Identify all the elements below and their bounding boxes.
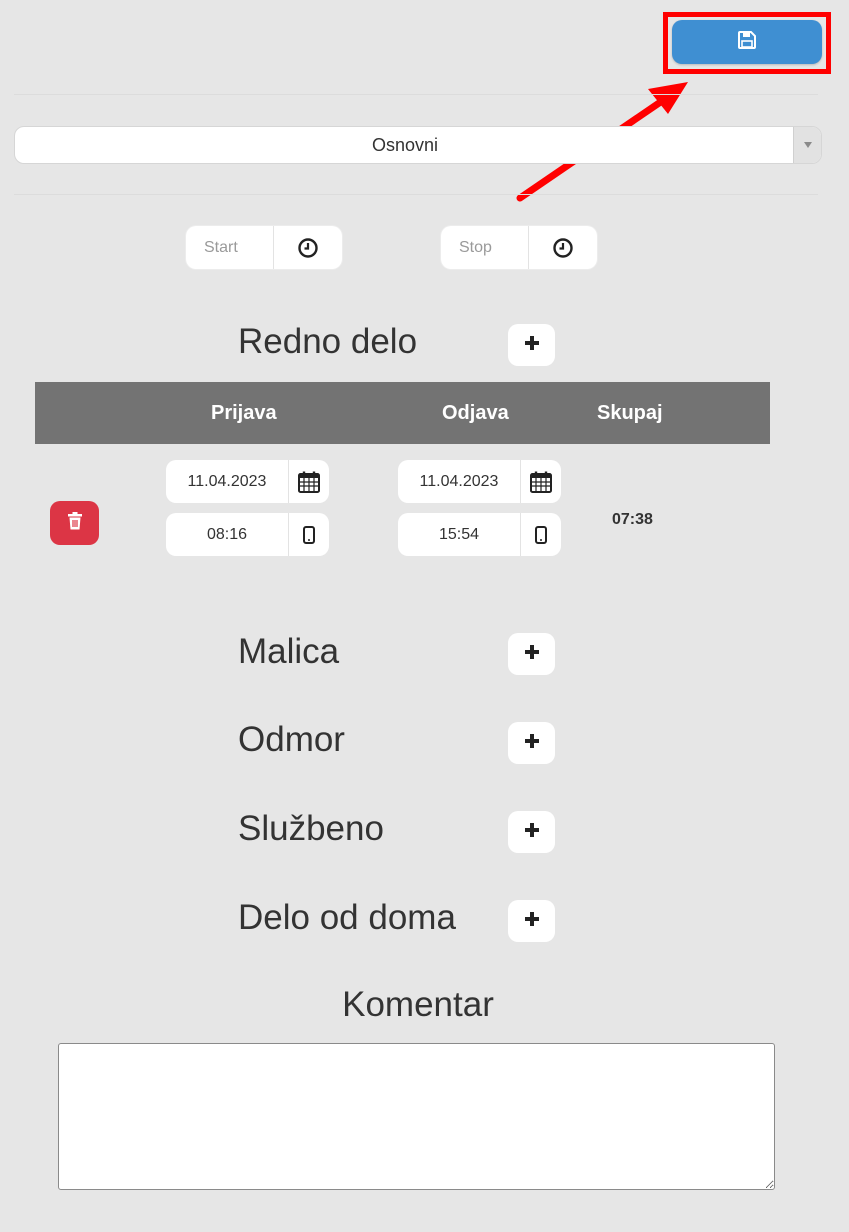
- select-value: Osnovni: [371, 135, 439, 155]
- column-header-skupaj: Skupaj: [597, 402, 663, 424]
- clock-icon[interactable]: [529, 226, 597, 269]
- prijava-date-field: 11.04.2023: [166, 460, 329, 503]
- add-redno-delo-button[interactable]: [508, 324, 555, 366]
- odjava-time-field: 15:54: [398, 513, 561, 556]
- caret-down-icon[interactable]: [793, 127, 821, 163]
- calendar-icon[interactable]: [521, 460, 561, 503]
- divider: [14, 194, 818, 195]
- divider: [14, 94, 818, 95]
- start-input[interactable]: Start: [186, 226, 274, 269]
- section-title-odmor: Odmor: [238, 720, 345, 759]
- start-time-group: Start: [186, 226, 342, 269]
- add-delo-od-doma-button[interactable]: [508, 900, 555, 942]
- comment-title: Komentar: [342, 985, 494, 1024]
- plus-icon: [523, 334, 541, 357]
- trash-icon: [67, 511, 83, 535]
- plus-icon: [523, 643, 541, 666]
- prijava-date-input[interactable]: 11.04.2023: [166, 460, 289, 503]
- add-odmor-button[interactable]: [508, 722, 555, 764]
- add-malica-button[interactable]: [508, 633, 555, 675]
- type-select[interactable]: Osnovni: [14, 126, 822, 164]
- skupaj-value: 07:38: [612, 511, 653, 528]
- column-header-prijava: Prijava: [211, 402, 277, 424]
- add-sluzbeno-button[interactable]: [508, 811, 555, 853]
- plus-icon: [523, 732, 541, 755]
- delete-row-button[interactable]: [50, 501, 99, 545]
- calendar-icon[interactable]: [289, 460, 329, 503]
- section-title-sluzbeno: Službeno: [238, 809, 384, 848]
- section-title-malica: Malica: [238, 632, 340, 671]
- stop-time-group: Stop: [441, 226, 597, 269]
- column-header-odjava: Odjava: [442, 402, 509, 424]
- odjava-date-input[interactable]: 11.04.2023: [398, 460, 521, 503]
- plus-icon: [523, 821, 541, 844]
- stop-input[interactable]: Stop: [441, 226, 529, 269]
- section-title-redno-delo: Redno delo: [238, 322, 418, 361]
- mobile-phone-icon: [289, 513, 329, 556]
- mobile-phone-icon: [521, 513, 561, 556]
- table-header: Prijava Odjava Skupaj: [35, 382, 770, 444]
- odjava-date-field: 11.04.2023: [398, 460, 561, 503]
- clock-icon[interactable]: [274, 226, 342, 269]
- plus-icon: [523, 910, 541, 933]
- comment-textarea[interactable]: [58, 1043, 775, 1190]
- prijava-time-field: 08:16: [166, 513, 329, 556]
- section-title-delo-od-doma: Delo od doma: [238, 898, 456, 937]
- prijava-time-input[interactable]: 08:16: [166, 513, 289, 556]
- odjava-time-input[interactable]: 15:54: [398, 513, 521, 556]
